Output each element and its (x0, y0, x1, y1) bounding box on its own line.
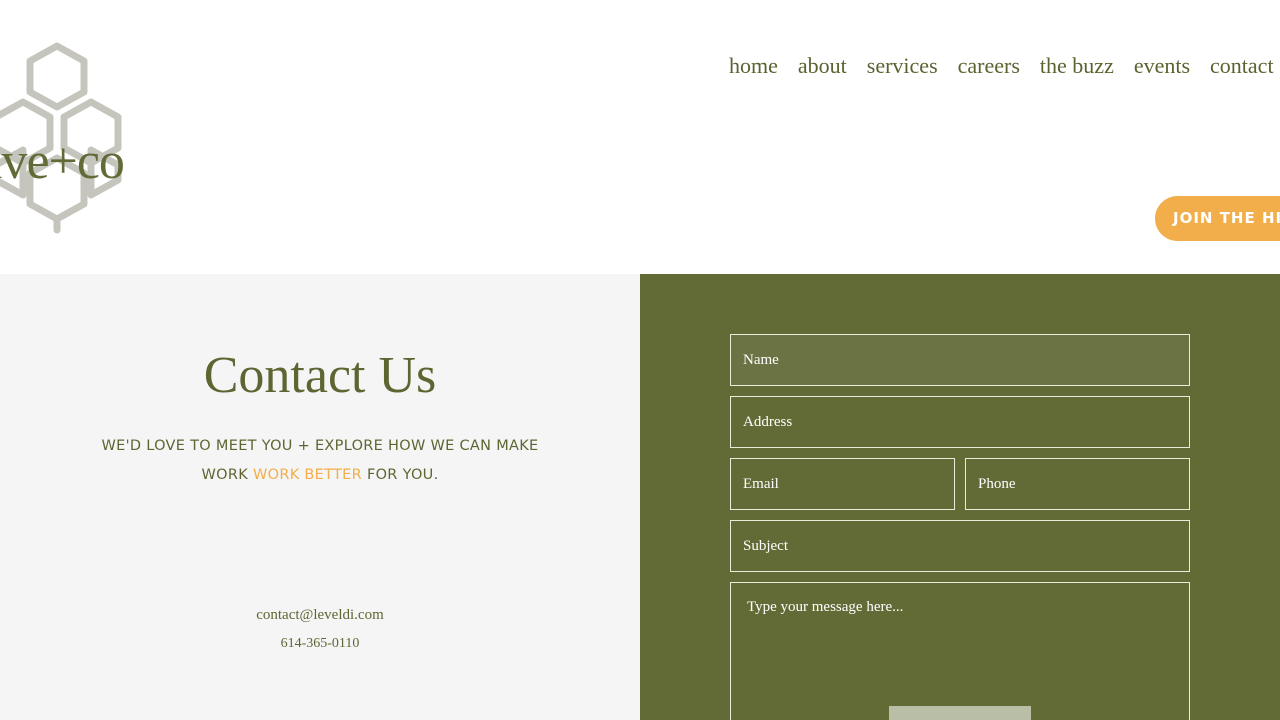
logo-wordmark: ive+co (0, 133, 125, 190)
nav-item-services[interactable]: services (867, 52, 938, 80)
subject-field[interactable]: Subject (730, 520, 1190, 572)
tagline-pre: WORK (201, 467, 253, 483)
nav-item-about[interactable]: about (798, 52, 847, 80)
contact-email-link[interactable]: contact@leveldi.com (0, 607, 640, 624)
join-the-hive-button[interactable]: JOIN THE HIVE (1155, 196, 1280, 241)
site-logo[interactable]: ive+co (0, 40, 170, 235)
tagline-line-2: WORK WORK BETTER FOR YOU. (60, 461, 580, 490)
nav-item-events[interactable]: events (1134, 52, 1190, 80)
nav-item-careers[interactable]: careers (958, 52, 1020, 80)
email-field[interactable]: Email (730, 458, 955, 510)
address-field[interactable]: Address (730, 396, 1190, 448)
contact-form-panel: Name Address Email Phone Subject Type yo… (640, 274, 1280, 720)
message-textarea[interactable]: Type your message here... (730, 582, 1190, 720)
phone-field[interactable]: Phone (965, 458, 1190, 510)
site-header: ive+co home about services careers the b… (0, 0, 1280, 274)
tagline-post: FOR YOU. (362, 467, 439, 483)
contact-phone[interactable]: 614-365-0110 (0, 636, 640, 652)
tagline-accent: WORK BETTER (252, 467, 363, 483)
submit-button[interactable] (889, 706, 1031, 720)
nav-item-home[interactable]: home (729, 52, 778, 80)
main-nav: home about services careers the buzz eve… (729, 52, 1280, 80)
nav-item-contact[interactable]: contact (1210, 52, 1274, 80)
contact-tagline: WE'D LOVE TO MEET YOU + EXPLORE HOW WE C… (60, 432, 580, 490)
page-title: Contact Us (203, 347, 437, 404)
tagline-line-1: WE'D LOVE TO MEET YOU + EXPLORE HOW WE C… (101, 438, 539, 454)
name-field[interactable]: Name (730, 334, 1190, 386)
contact-info-panel: Contact Us WE'D LOVE TO MEET YOU + EXPLO… (0, 274, 640, 720)
nav-item-the-buzz[interactable]: the buzz (1040, 52, 1114, 80)
